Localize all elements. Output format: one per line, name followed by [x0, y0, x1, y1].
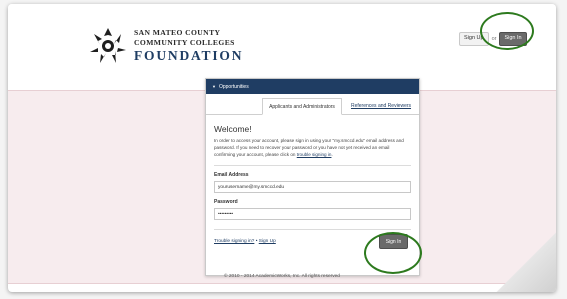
- email-field[interactable]: yourusername@my.smccd.edu: [214, 181, 411, 193]
- divider: [214, 165, 411, 166]
- logo-line-3: FOUNDATION: [134, 48, 244, 64]
- highlight-ring: [480, 12, 534, 50]
- signup-link[interactable]: Sign Up: [259, 239, 276, 244]
- trouble-signing-in-inline-link[interactable]: trouble signing in: [297, 152, 332, 157]
- logo-line-2: COMMUNITY COLLEGES: [134, 37, 235, 47]
- page-curl: [496, 232, 556, 292]
- tab-references-reviewers[interactable]: References and Reviewers: [343, 98, 419, 113]
- card-header: ▼ Opportunities: [206, 79, 419, 94]
- trouble-signing-in-link[interactable]: Trouble signing in?: [214, 239, 254, 244]
- intro-text: In order to access your account, please …: [214, 137, 411, 158]
- card-title: Opportunities: [218, 83, 249, 90]
- foundation-logo-icon: [90, 28, 126, 63]
- footer-copyright: © 2010 - 2014 AcademicWorks, Inc. All ri…: [224, 274, 340, 279]
- email-label: Email Address: [214, 172, 249, 178]
- intro-end: .: [331, 152, 333, 157]
- highlight-ring: [364, 232, 422, 274]
- password-label: Password: [214, 199, 238, 205]
- tab-bar: Applicants and Administrators References…: [206, 98, 419, 115]
- page-frame: SAN MATEO COUNTY COMMUNITY COLLEGES FOUN…: [8, 4, 556, 292]
- email-value: yourusername@my.smccd.edu: [218, 184, 285, 190]
- logo-line-1: SAN MATEO COUNTY: [134, 28, 221, 38]
- password-value: •••••••••: [218, 211, 234, 217]
- welcome-heading: Welcome!: [214, 124, 252, 134]
- help-links: Trouble signing in? • Sign Up: [214, 239, 276, 244]
- password-field[interactable]: •••••••••: [214, 208, 411, 220]
- tab-applicants-administrators[interactable]: Applicants and Administrators: [262, 98, 342, 115]
- foundation-logo[interactable]: SAN MATEO COUNTY COMMUNITY COLLEGES FOUN…: [88, 26, 243, 66]
- caret-down-icon: ▼: [212, 84, 216, 89]
